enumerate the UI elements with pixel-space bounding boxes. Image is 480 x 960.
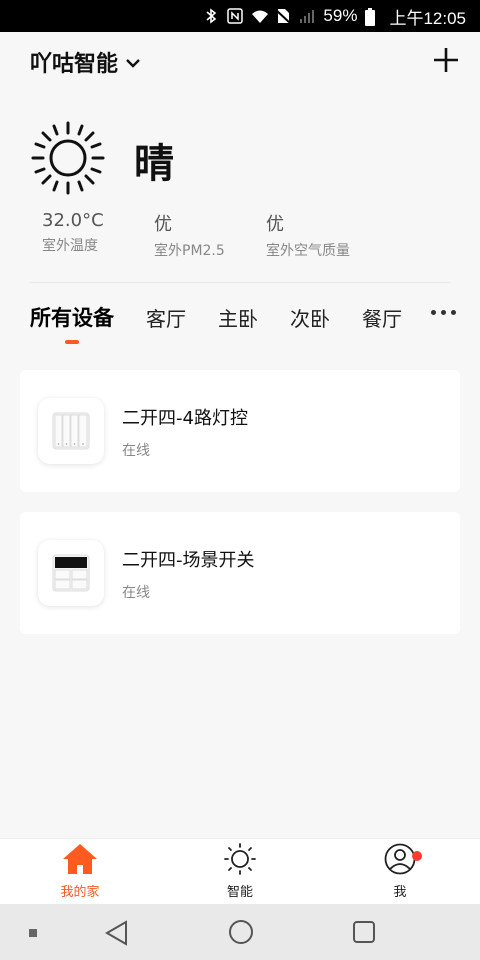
home-icon: [62, 843, 98, 879]
nav-label: 智能: [226, 885, 253, 900]
weather-condition: 晴: [134, 141, 174, 187]
plus-icon: [433, 47, 459, 77]
weather-panel: 晴 32.0°C 室外温度 优 室外PM2.5 优 室外空气质量: [0, 110, 480, 280]
battery-icon: [365, 8, 381, 26]
notification-badge: [412, 851, 422, 861]
home-button[interactable]: [228, 919, 254, 945]
chevron-down-icon: [126, 53, 140, 72]
outdoor-pm25: 优 室外PM2.5: [154, 210, 266, 260]
back-button[interactable]: [104, 920, 130, 946]
device-card[interactable]: 二开四-4路灯控 在线: [20, 370, 460, 492]
clock: 上午12:05: [389, 8, 466, 28]
more-dot-icon: [451, 310, 456, 315]
status-bar: 59% 上午12:05: [0, 0, 480, 32]
scene-switch-icon: [38, 540, 104, 606]
more-dot-icon: [431, 310, 436, 315]
home-name: 吖咕智能: [30, 52, 119, 77]
more-tabs-button[interactable]: [431, 304, 456, 321]
light-switch-icon: [38, 398, 104, 464]
tab-master-bedroom[interactable]: 主卧: [218, 303, 258, 332]
device-name: 二开四-场景开关: [122, 550, 255, 571]
outdoor-air-quality: 优 室外空气质量: [266, 210, 378, 260]
device-card[interactable]: 二开四-场景开关 在线: [20, 512, 460, 634]
bluetooth-icon: [203, 8, 219, 24]
device-status: 在线: [122, 585, 150, 601]
nav-my-home[interactable]: 我的家: [0, 843, 160, 900]
stat-label: 室外空气质量: [266, 243, 350, 259]
nav-me[interactable]: 我: [320, 843, 480, 900]
stat-label: 室外PM2.5: [154, 243, 225, 259]
outdoor-temperature: 32.0°C 室外温度: [42, 210, 154, 260]
dot-icon: [28, 928, 38, 938]
bottom-nav: 我的家 智能 我: [0, 838, 480, 904]
app-header: 吖咕智能: [0, 32, 480, 92]
sun-icon: [223, 843, 257, 879]
sun-icon: [30, 120, 106, 200]
battery-level: 59%: [323, 6, 358, 25]
nfc-icon: [227, 8, 244, 24]
recents-button[interactable]: [352, 920, 376, 944]
divider: [30, 282, 450, 283]
no-sim-icon: [275, 8, 292, 24]
wifi-icon: [251, 8, 269, 24]
stat-value: 优: [154, 214, 172, 235]
user-profile-icon: [384, 843, 416, 879]
system-nav-bar: [0, 904, 480, 960]
tab-second-bedroom[interactable]: 次卧: [290, 303, 330, 332]
nav-label: 我: [393, 885, 407, 900]
nav-smart[interactable]: 智能: [160, 843, 320, 900]
nav-label: 我的家: [60, 885, 100, 900]
more-dot-icon: [441, 310, 446, 315]
device-name: 二开四-4路灯控: [122, 408, 248, 429]
tab-all-devices[interactable]: 所有设备: [30, 302, 114, 332]
tab-living-room[interactable]: 客厅: [146, 303, 186, 332]
stat-value: 32.0°C: [42, 210, 104, 231]
tab-dining-room[interactable]: 餐厅: [362, 303, 402, 332]
device-status: 在线: [122, 443, 150, 459]
stat-label: 室外温度: [42, 238, 98, 254]
signal-icon: [299, 8, 315, 24]
home-selector[interactable]: 吖咕智能: [30, 46, 140, 78]
room-tabs: 所有设备 客厅 主卧 次卧 餐厅: [0, 294, 480, 340]
stat-value: 优: [266, 214, 284, 235]
add-device-button[interactable]: [428, 44, 464, 80]
